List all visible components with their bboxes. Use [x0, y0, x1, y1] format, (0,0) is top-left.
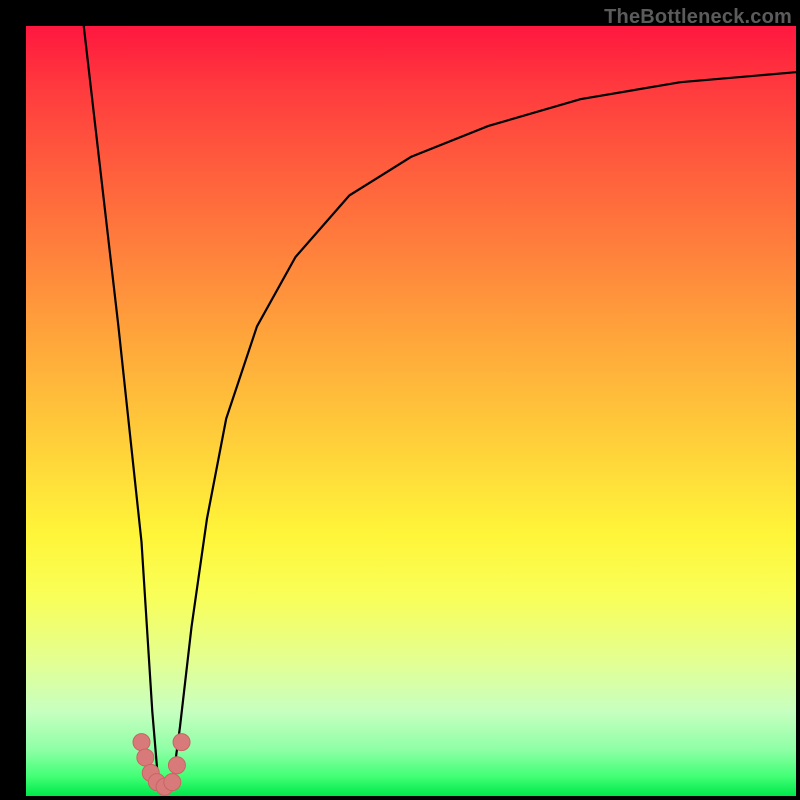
attribution-text: TheBottleneck.com — [604, 6, 792, 29]
bottleneck-curve — [84, 26, 796, 784]
right-cluster-2 — [168, 757, 185, 774]
right-cluster-1 — [164, 774, 181, 791]
left-cluster-2 — [137, 749, 154, 766]
chart-frame: TheBottleneck.com — [0, 0, 800, 800]
left-cluster-1 — [133, 734, 150, 751]
curve-left-branch — [84, 26, 159, 784]
plot-area — [26, 26, 796, 796]
curve-layer — [26, 26, 796, 796]
marker-cluster — [133, 734, 190, 796]
curve-right-branch — [172, 72, 796, 784]
right-cluster-3 — [173, 734, 190, 751]
